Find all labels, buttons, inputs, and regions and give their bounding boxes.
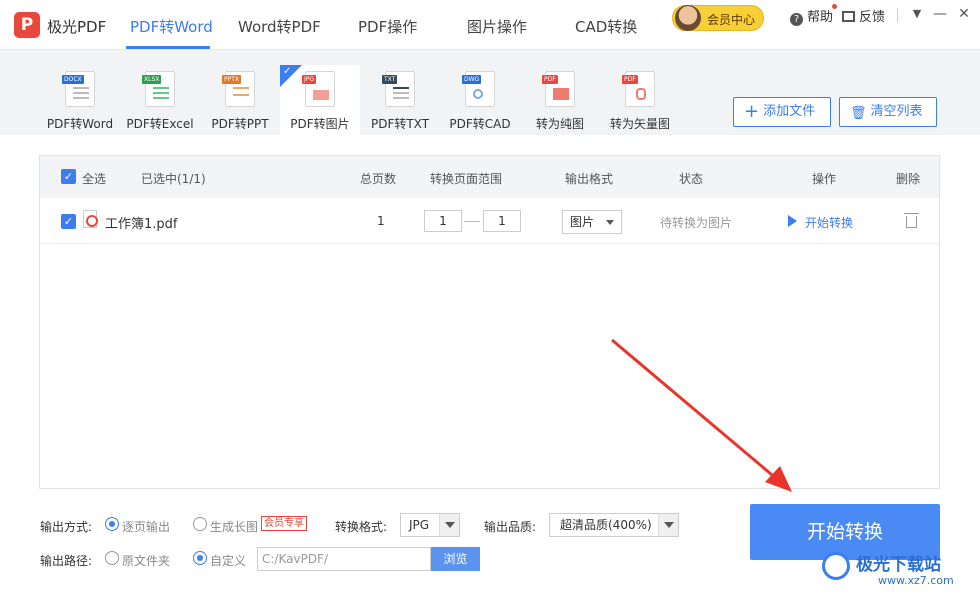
long-image-label: 生成长图 (210, 520, 259, 534)
output-path-label: 输出路径: (40, 554, 93, 568)
watermark-title: 极光下载站 (856, 555, 941, 575)
chevron-down-icon (439, 514, 459, 536)
vip-exclusive-badge: 会员专享 (261, 516, 307, 531)
output-mode-label: 输出方式: (40, 520, 93, 534)
quality-select[interactable]: 超清品质(400%) (549, 513, 679, 537)
watermark-logo-icon (822, 552, 850, 580)
quality-label: 输出品质: (484, 520, 537, 534)
radio-page-output[interactable] (105, 517, 119, 531)
radio-custom-path[interactable] (193, 551, 207, 565)
chevron-down-icon (658, 514, 678, 536)
output-format-select[interactable]: JPG (400, 513, 460, 537)
original-folder-label: 原文件夹 (122, 554, 171, 568)
quality-value: 超清品质(400%) (560, 518, 652, 532)
site-watermark: 极光下载站 www.xz7.com (822, 548, 972, 594)
browse-button[interactable]: 浏览 (431, 547, 480, 571)
custom-path-label: 自定义 (210, 554, 247, 568)
format-label: 转换格式: (335, 520, 388, 534)
output-format-value: JPG (409, 518, 430, 532)
radio-original-folder[interactable] (105, 551, 119, 565)
output-path-input[interactable]: C:/KavPDF/ (257, 547, 431, 571)
watermark-url: www.xz7.com (878, 574, 954, 587)
page-output-label: 逐页输出 (122, 520, 171, 534)
radio-long-image[interactable] (193, 517, 207, 531)
